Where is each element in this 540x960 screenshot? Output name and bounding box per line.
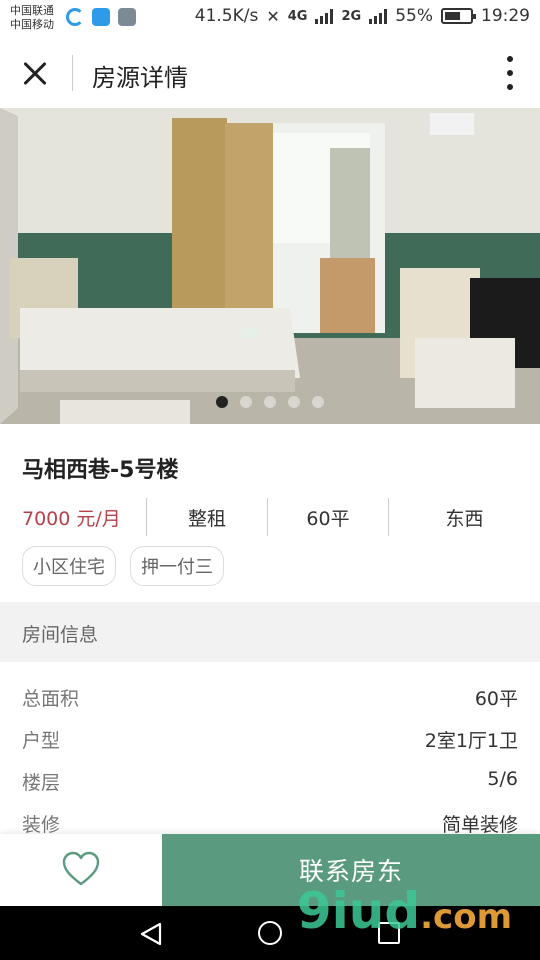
gallery-app-icon [118, 8, 136, 26]
rent-type: 整租 [147, 498, 268, 536]
carrier-2: 中国移动 [10, 18, 54, 31]
section-title: 房间信息 [22, 624, 99, 646]
room-info-list: 总面积 60平 户型 2室1厅1卫 楼层 5/6 装修 简单装修 [0, 674, 540, 842]
app-notification-icon [66, 8, 84, 26]
carrier-1: 中国联通 [10, 4, 54, 17]
home-icon[interactable] [258, 921, 282, 945]
info-row: 户型 2室1厅1卫 [0, 716, 540, 758]
carousel-indicator [0, 396, 540, 408]
net-speed: 41.5K/s [194, 6, 259, 26]
carousel-dot[interactable] [264, 396, 276, 408]
battery-icon [441, 8, 476, 24]
info-value: 2室1厅1卫 [424, 730, 518, 752]
section-header: 房间信息 [0, 602, 540, 662]
heart-icon [62, 851, 100, 886]
recent-apps-icon[interactable] [378, 922, 400, 944]
network-type-1: 4G [287, 8, 308, 24]
battery-percent: 55% [395, 6, 433, 26]
info-row: 总面积 60平 [0, 674, 540, 716]
listing-photo-carousel[interactable] [0, 108, 540, 424]
favorite-button[interactable] [0, 834, 162, 906]
back-icon[interactable] [138, 921, 164, 947]
system-nav-bar [0, 906, 540, 960]
title-divider [72, 55, 73, 91]
tag-payment: 押一付三 [130, 546, 224, 586]
notification-icons [66, 8, 136, 26]
mute-icon: ✕ [266, 6, 280, 26]
info-label: 楼层 [22, 772, 61, 794]
listing-title: 马相西巷-5号楼 [22, 458, 179, 483]
carousel-dot[interactable] [288, 396, 300, 408]
listing-tags: 小区住宅 押一付三 [22, 546, 224, 586]
more-vertical-icon[interactable] [504, 56, 516, 90]
signal-icon-1 [315, 8, 334, 24]
info-label: 户型 [22, 730, 61, 752]
network-type-2: 2G [341, 8, 362, 24]
bottom-action-bar: 联系房东 [0, 834, 540, 906]
location-app-icon [92, 8, 110, 26]
carrier-info: 中国联通 中国移动 [10, 4, 54, 32]
orientation: 东西 [445, 507, 484, 530]
carousel-dot[interactable] [216, 396, 228, 408]
contact-landlord-button[interactable]: 联系房东 [162, 834, 540, 906]
info-row: 楼层 5/6 [0, 758, 540, 800]
info-value: 60平 [474, 688, 518, 710]
area: 60平 [268, 498, 389, 536]
clock: 19:29 [481, 6, 530, 26]
page-title: 房源详情 [92, 64, 188, 92]
status-bar: 中国联通 中国移动 41.5K/s ✕ 4G 2G 55% 19:29 [0, 0, 540, 38]
tag-community: 小区住宅 [22, 546, 116, 586]
title-bar: 房源详情 [0, 38, 540, 108]
info-value: 简单装修 [441, 814, 518, 836]
status-indicators: 41.5K/s ✕ 4G 2G 55% 19:29 [195, 6, 530, 26]
info-label: 装修 [22, 814, 61, 836]
listing-facts: 7000 元/月 整租 60平 东西 [0, 498, 540, 536]
carousel-dot[interactable] [240, 396, 252, 408]
carousel-dot[interactable] [312, 396, 324, 408]
signal-icon-2 [369, 8, 388, 24]
info-label: 总面积 [22, 688, 80, 710]
price: 7000 元/月 [0, 498, 147, 536]
close-icon[interactable] [18, 56, 54, 92]
room-photo [0, 108, 540, 424]
info-value: 5/6 [487, 768, 518, 790]
